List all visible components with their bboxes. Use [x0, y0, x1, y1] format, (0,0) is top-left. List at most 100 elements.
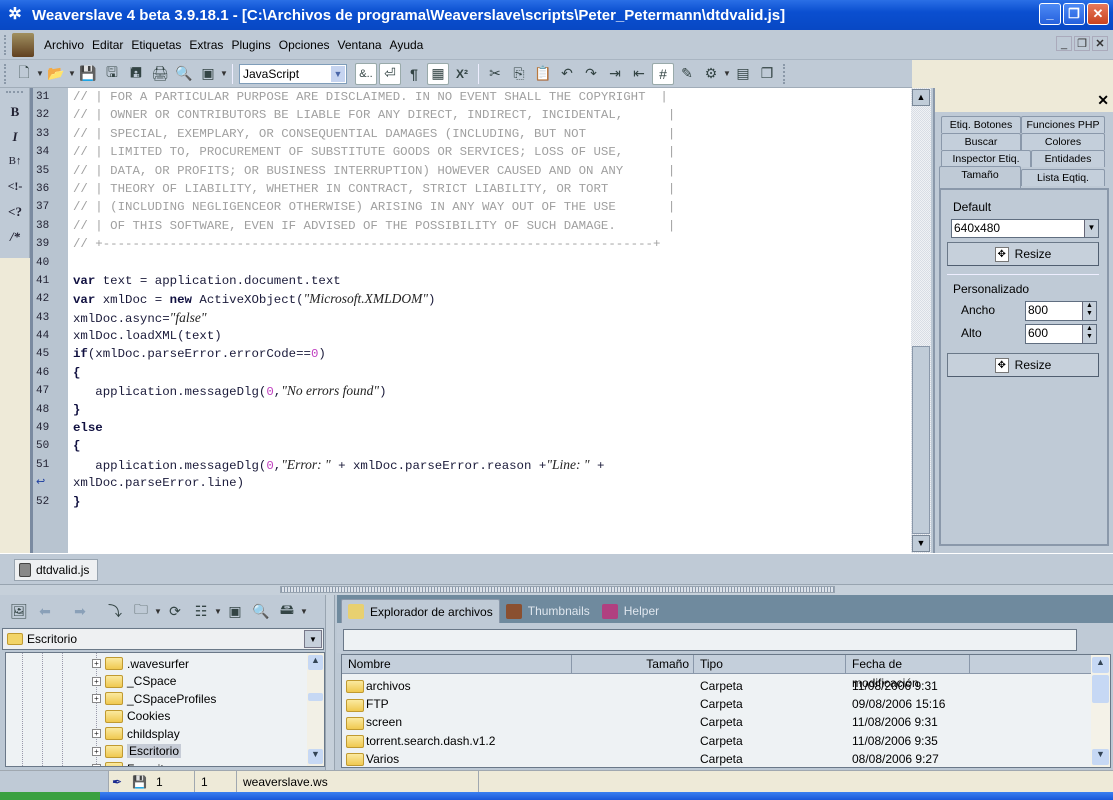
- default-size-select[interactable]: 640x480 ▼: [951, 219, 1099, 238]
- print-icon[interactable]: 🖨: [149, 63, 171, 85]
- pilcrow-icon[interactable]: ¶: [403, 63, 425, 85]
- tab-helper[interactable]: Helper: [596, 599, 665, 623]
- up-folder-icon[interactable]: ⤵: [105, 600, 125, 622]
- chevron-down-icon[interactable]: ▼: [36, 69, 44, 78]
- special-chars-button[interactable]: &..: [355, 62, 377, 85]
- superscript-icon[interactable]: X²: [451, 63, 473, 85]
- plugins-icon[interactable]: ⚙: [700, 63, 722, 85]
- file-row[interactable]: FTP Carpeta 09/08/2006 15:16: [342, 695, 1092, 713]
- copy-icon[interactable]: ⎘: [508, 63, 530, 85]
- file-row[interactable]: archivos Carpeta 11/08/2006 9:31: [342, 677, 1092, 695]
- scroll-down-button[interactable]: ▼: [1092, 749, 1109, 765]
- panel-splitter-vertical[interactable]: [325, 595, 335, 770]
- redo-icon[interactable]: ↷: [580, 63, 602, 85]
- tab-funciones-php[interactable]: Funciones PHP: [1021, 116, 1105, 133]
- expand-icon[interactable]: +: [92, 764, 101, 766]
- expand-icon[interactable]: +: [92, 729, 101, 739]
- drive-icon[interactable]: 🖴: [277, 600, 297, 622]
- scroll-down-button[interactable]: ▼: [308, 749, 323, 764]
- scrollbar-thumb[interactable]: [308, 693, 323, 701]
- chevron-down-icon[interactable]: ▼: [214, 607, 222, 616]
- menu-ventana[interactable]: Ventana: [334, 38, 386, 52]
- properties-icon[interactable]: ▣: [225, 600, 245, 622]
- back-arrow-icon[interactable]: ⬅: [35, 600, 55, 622]
- chevron-down-icon[interactable]: ▼: [304, 630, 322, 648]
- tab-inspector-etiq[interactable]: Inspector Etiq.: [941, 150, 1031, 167]
- width-spinner[interactable]: ▲ ▼: [1082, 302, 1096, 320]
- tag-editor-icon[interactable]: ✎: [676, 63, 698, 85]
- grip-handle[interactable]: [4, 63, 8, 84]
- undo-icon[interactable]: ↶: [556, 63, 578, 85]
- tab-file-explorer[interactable]: Explorador de archivos: [341, 599, 500, 623]
- path-input[interactable]: [343, 629, 1077, 651]
- resize-default-button[interactable]: ✥ Resize: [947, 242, 1099, 266]
- print-preview-icon[interactable]: 🔍: [173, 63, 195, 85]
- scroll-up-button[interactable]: ▲: [308, 655, 323, 670]
- menu-plugins[interactable]: Plugins: [227, 38, 274, 52]
- folder-tree[interactable]: +.wavesurfer+_CSpace+_CSpaceProfiles+Coo…: [5, 652, 325, 767]
- scrollbar-thumb[interactable]: [1092, 675, 1109, 703]
- tab-buscar[interactable]: Buscar: [941, 133, 1021, 150]
- forward-arrow-icon[interactable]: ➡: [70, 600, 90, 622]
- scroll-down-button[interactable]: ▼: [912, 535, 930, 552]
- chevron-down-icon[interactable]: ▼: [1084, 220, 1098, 237]
- scroll-up-button[interactable]: ▲: [1092, 657, 1109, 673]
- bigger-button[interactable]: B↑: [0, 149, 30, 174]
- tab-colores[interactable]: Colores: [1021, 133, 1105, 150]
- expand-icon[interactable]: +: [92, 659, 101, 669]
- menu-archivo[interactable]: Archivo: [40, 38, 88, 52]
- column-header-size[interactable]: Tamaño: [572, 655, 694, 674]
- chevron-down-icon[interactable]: ▼: [220, 69, 228, 78]
- calculator-icon[interactable]: ▦: [427, 62, 449, 85]
- mdi-close-button[interactable]: ✕: [1092, 36, 1108, 51]
- cut-icon[interactable]: ✂: [484, 63, 506, 85]
- file-list[interactable]: Nombre Tamaño Tipo Fecha de modificación…: [341, 654, 1111, 768]
- open-folder-icon[interactable]: 📂: [45, 63, 67, 85]
- fullscreen-icon[interactable]: ▤: [732, 63, 754, 85]
- column-header-modified[interactable]: Fecha de modificación: [846, 655, 970, 690]
- grip-handle[interactable]: [4, 34, 8, 55]
- document-icon[interactable]: [12, 32, 34, 57]
- file-list-scrollbar[interactable]: ▲ ▼: [1091, 655, 1110, 767]
- word-wrap-icon[interactable]: ⏎: [379, 62, 401, 85]
- close-button[interactable]: ✕: [1087, 3, 1109, 25]
- language-select[interactable]: JavaScript ▼: [239, 63, 347, 84]
- block-comment-button[interactable]: /*: [0, 224, 30, 249]
- height-input[interactable]: 600 ▲ ▼: [1025, 324, 1097, 344]
- column-header-type[interactable]: Tipo: [694, 655, 846, 674]
- tab-lista-eqtiq[interactable]: Lista Eqtiq.: [1021, 169, 1105, 186]
- panel-splitter[interactable]: [0, 585, 1113, 595]
- file-row[interactable]: screen Carpeta 11/08/2006 9:31: [342, 713, 1092, 731]
- view-list-icon[interactable]: ☷: [191, 600, 211, 622]
- grip-handle[interactable]: [783, 63, 787, 84]
- paste-icon[interactable]: 📋: [532, 63, 554, 85]
- desktop-icon[interactable]: 🖼: [9, 600, 29, 622]
- menu-editar[interactable]: Editar: [88, 38, 127, 52]
- bold-button[interactable]: B: [0, 99, 30, 124]
- panel-close-icon[interactable]: ✕: [1097, 92, 1109, 108]
- menu-ayuda[interactable]: Ayuda: [386, 38, 428, 52]
- restore-button[interactable]: ❐: [1063, 3, 1085, 25]
- code-editor[interactable]: // | FOR A PARTICULAR PURPOSE ARE DISCLA…: [68, 88, 911, 553]
- scroll-up-button[interactable]: ▲: [912, 89, 930, 106]
- windows-icon[interactable]: ❐: [756, 63, 778, 85]
- expand-icon[interactable]: +: [92, 746, 101, 756]
- mdi-restore-button[interactable]: ❐: [1074, 36, 1090, 51]
- chevron-down-icon[interactable]: ▼: [300, 607, 308, 616]
- doc-tab-dtdvalid[interactable]: dtdvalid.js: [14, 559, 98, 581]
- italic-button[interactable]: I: [0, 124, 30, 149]
- tab-entidades[interactable]: Entidades: [1031, 150, 1105, 167]
- line-numbers-icon[interactable]: #: [652, 62, 674, 85]
- refresh-icon[interactable]: ⟳: [165, 600, 185, 622]
- html-comment-button[interactable]: <!-: [0, 174, 30, 199]
- tree-item[interactable]: + _CSpace: [92, 673, 176, 691]
- chevron-down-icon[interactable]: ▼: [68, 69, 76, 78]
- splitter-handle[interactable]: [280, 586, 835, 593]
- new-file-icon[interactable]: 🗋: [13, 63, 35, 85]
- save-as-icon[interactable]: 🖫: [101, 63, 123, 85]
- minimize-button[interactable]: _: [1039, 3, 1061, 25]
- menu-opciones[interactable]: Opciones: [275, 38, 334, 52]
- tab-thumbnails[interactable]: Thumbnails: [500, 599, 596, 623]
- editor-scrollbar[interactable]: ▲ ▼: [911, 88, 931, 553]
- file-row[interactable]: torrent.search.dash.v1.2 Carpeta 11/08/200…: [342, 732, 1092, 750]
